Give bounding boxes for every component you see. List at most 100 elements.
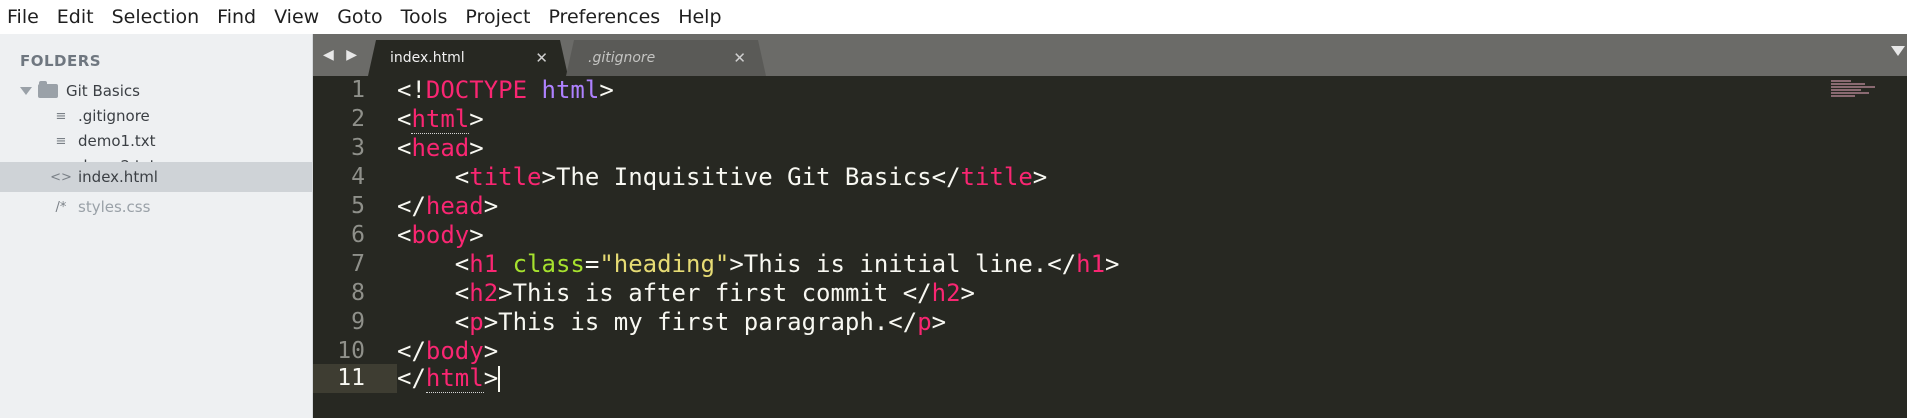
line-number: 9	[351, 309, 365, 335]
menu-file[interactable]: File	[7, 6, 49, 28]
code-attribute: class	[512, 250, 585, 278]
code-tag: title	[960, 163, 1033, 191]
file-label: .gitignore	[78, 107, 150, 125]
folder-label: Git Basics	[66, 82, 140, 100]
menu-find[interactable]: Find	[217, 6, 266, 28]
menu-goto[interactable]: Goto	[337, 6, 392, 28]
css-comment-icon: /*	[55, 199, 67, 215]
code-tag: head	[411, 134, 470, 162]
code-tag: h2	[931, 279, 961, 307]
code-tag: h1	[1076, 250, 1106, 278]
code-line-1[interactable]: <!DOCTYPE html>	[397, 76, 614, 105]
code-punct: <!	[397, 76, 426, 104]
code-line-9[interactable]: <p>This is my first paragraph.</p>	[397, 308, 946, 337]
code-punct: <	[397, 134, 412, 162]
code-punct: >	[1105, 250, 1120, 278]
code-punct: </	[397, 192, 426, 220]
code-tag: html	[425, 364, 484, 393]
code-punct: <	[397, 250, 470, 278]
text-caret	[498, 366, 501, 392]
code-punct: >	[469, 105, 484, 133]
code-tag: body	[425, 337, 484, 365]
code-line-11[interactable]: </html>	[397, 364, 501, 393]
file-label: styles.css	[78, 198, 151, 216]
code-line-5[interactable]: </head>	[397, 192, 498, 221]
code-punct: <	[397, 163, 470, 191]
menu-edit[interactable]: Edit	[57, 6, 104, 28]
code-punct: >	[931, 308, 947, 336]
folders-header: FOLDERS	[20, 52, 102, 70]
file-label: index.html	[78, 168, 158, 186]
tab-nav-arrows-icon[interactable]: ◀ ▶	[323, 47, 361, 63]
code-editor[interactable]: 1 2 3 4 5 6 7 8 9 10 11 <!DOCTYPE html> …	[313, 76, 1907, 418]
code-punct: <	[397, 221, 412, 249]
code-text: >The Inquisitive Git Basics</	[541, 163, 961, 191]
code-line-10[interactable]: </body>	[397, 337, 498, 366]
code-punct: <	[397, 105, 412, 133]
code-tag: p	[469, 308, 484, 336]
close-icon[interactable]: ✕	[535, 49, 548, 67]
code-punct: <	[397, 308, 470, 336]
code-punct: >	[483, 337, 499, 365]
code-punct: >	[483, 192, 499, 220]
line-number: 10	[337, 338, 365, 364]
line-number: 1	[351, 77, 365, 103]
code-keyword: html	[541, 76, 600, 104]
code-line-7[interactable]: < h1 class="heading">This is initial line…	[397, 250, 1120, 279]
code-punct: >	[469, 221, 484, 249]
tab-gitignore[interactable]: .gitignore ✕	[566, 40, 766, 76]
code-punct: </	[397, 337, 426, 365]
code-punct: >	[483, 364, 499, 392]
code-doctype: DOCTYPE	[425, 76, 528, 104]
code-line-2[interactable]: <html>	[397, 105, 484, 134]
file-label: demo1.txt	[78, 132, 156, 150]
close-icon[interactable]: ✕	[733, 49, 746, 67]
sidebar: FOLDERS Git Basics ≡ .gitignore ≡ demo1.…	[0, 34, 313, 418]
tab-label: .gitignore	[588, 50, 656, 66]
line-number: 5	[351, 193, 365, 219]
tab-list-dropdown-icon[interactable]	[1891, 46, 1905, 56]
code-punct: >	[960, 279, 975, 307]
text-lines-icon: ≡	[55, 133, 67, 149]
menu-help[interactable]: Help	[678, 6, 731, 28]
code-text: >This is my first paragraph.</	[483, 308, 918, 336]
code-line-4[interactable]: <title>The Inquisitive Git Basics</title…	[397, 163, 1047, 192]
line-number: 4	[351, 164, 365, 190]
line-number: 3	[351, 135, 365, 161]
code-punct: =	[584, 250, 600, 278]
code-brackets-icon: <>	[50, 169, 72, 185]
tab-label: index.html	[390, 50, 465, 66]
code-line-6[interactable]: <body>	[397, 221, 484, 250]
code-punct: >	[469, 134, 484, 162]
line-number: 2	[351, 106, 365, 132]
tab-index-html[interactable]: index.html ✕	[368, 40, 568, 76]
minimap[interactable]	[1831, 80, 1875, 102]
menu-view[interactable]: View	[274, 6, 329, 28]
tab-bar: ◀ ▶ index.html ✕ .gitignore ✕	[313, 34, 1907, 76]
file-row-styles-css[interactable]: /* styles.css	[0, 192, 312, 222]
code-string: "heading"	[599, 250, 730, 278]
line-number-current: 11	[337, 365, 365, 391]
code-punct: </	[397, 364, 426, 392]
line-number: 8	[351, 280, 365, 306]
code-punct: >	[599, 76, 614, 104]
code-line-8[interactable]: <h2>This is after first commit </h2>	[397, 279, 975, 308]
file-row-index-html[interactable]: <> index.html	[0, 162, 312, 192]
code-tag: title	[469, 163, 542, 191]
code-line-3[interactable]: <head>	[397, 134, 484, 163]
code-tag: html	[411, 105, 470, 134]
code-tag: p	[917, 308, 932, 336]
menu-selection[interactable]: Selection	[112, 6, 210, 28]
code-punct: <	[397, 279, 470, 307]
expand-triangle-icon[interactable]	[20, 87, 32, 95]
code-text: >This is initial line.</	[729, 250, 1077, 278]
menu-project[interactable]: Project	[465, 6, 540, 28]
code-tag: body	[411, 221, 470, 249]
menu-tools[interactable]: Tools	[401, 6, 458, 28]
text-lines-icon: ≡	[55, 108, 67, 124]
menu-preferences[interactable]: Preferences	[548, 6, 670, 28]
code-text: >This is after first commit </	[498, 279, 932, 307]
line-number: 7	[351, 251, 365, 277]
